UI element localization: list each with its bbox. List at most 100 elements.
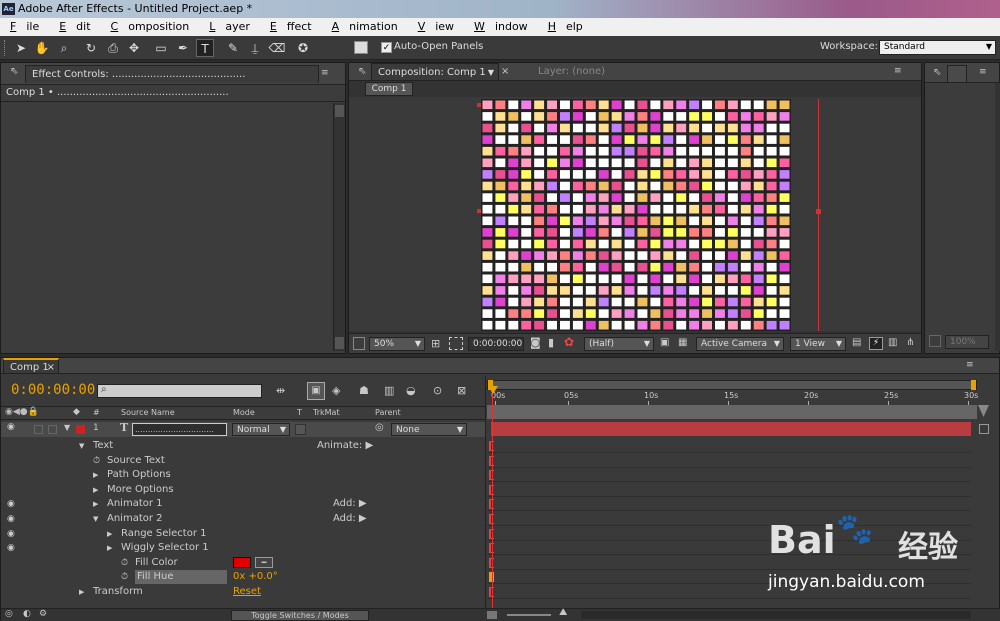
property-row[interactable]: ▶ Path Options bbox=[1, 468, 485, 482]
workspace-select[interactable]: Standard ▼ bbox=[879, 40, 996, 55]
zoom-select[interactable]: 50% ▼ bbox=[369, 337, 425, 351]
zoom-out-arrow-icon[interactable] bbox=[978, 405, 989, 417]
draft-3d-icon[interactable]: ◈ bbox=[332, 384, 340, 397]
effect-scrollbar[interactable] bbox=[333, 103, 345, 351]
right-zoom-select[interactable]: 100% bbox=[945, 335, 989, 349]
path-handle[interactable] bbox=[477, 209, 481, 213]
layer-switches-icon[interactable]: ◎ bbox=[5, 609, 13, 619]
panel-toggle-icon[interactable] bbox=[354, 41, 368, 54]
path-handle[interactable] bbox=[477, 103, 481, 107]
lock-switch[interactable] bbox=[48, 425, 57, 434]
safe-zones-icon[interactable] bbox=[449, 337, 463, 350]
animate-menu-button[interactable]: Add: ▶ bbox=[333, 512, 367, 526]
solo-switch[interactable] bbox=[34, 425, 43, 434]
menu-window[interactable]: Window bbox=[464, 18, 538, 36]
menu-view[interactable]: View bbox=[408, 18, 464, 36]
current-time-indicator[interactable] bbox=[488, 386, 498, 394]
live-update-icon[interactable]: ▣ bbox=[307, 382, 325, 400]
tab-layer[interactable]: Layer: (none) bbox=[538, 66, 605, 77]
property-row[interactable]: ◉ ▶ Animator 1 Add: ▶ bbox=[1, 497, 485, 511]
work-area-end-handle[interactable] bbox=[971, 380, 976, 390]
tab-info[interactable] bbox=[947, 65, 967, 83]
stopwatch-icon[interactable]: ⏱ bbox=[121, 570, 128, 584]
property-row[interactable]: ▶ More Options bbox=[1, 483, 485, 497]
column-num[interactable]: # bbox=[93, 408, 100, 417]
mode-select[interactable]: Normal ▼ bbox=[232, 423, 290, 436]
tab-effect-controls[interactable]: Effect Controls: .......................… bbox=[25, 65, 319, 83]
comp-breadcrumb[interactable]: Comp 1 bbox=[365, 82, 413, 96]
zoom-in-icon[interactable]: ⛰ bbox=[559, 607, 567, 618]
panel-menu-icon[interactable]: ≡ bbox=[894, 66, 902, 76]
selection-icon[interactable]: ➤ bbox=[12, 39, 30, 57]
property-row[interactable]: ◉ ▼ Animator 2 Add: ▶ bbox=[1, 512, 485, 526]
zoom-out-icon[interactable] bbox=[487, 611, 497, 619]
label-color-swatch[interactable] bbox=[76, 425, 85, 434]
animate-menu-button[interactable]: Add: ▶ bbox=[333, 497, 367, 511]
in-out-icon[interactable]: ⚙ bbox=[39, 609, 47, 619]
expand-triangle-icon[interactable]: ▼ bbox=[93, 512, 98, 526]
graph-editor-icon[interactable]: ⊠ bbox=[457, 384, 466, 397]
time-navigator[interactable] bbox=[487, 405, 977, 419]
property-row[interactable]: ▼ Text Animate: ▶ bbox=[1, 439, 485, 453]
path-handle[interactable] bbox=[816, 209, 821, 214]
menu-file[interactable]: File bbox=[0, 18, 49, 36]
property-row[interactable]: ◉ ▶ Range Selector 1 bbox=[1, 527, 485, 541]
property-row[interactable]: ▶ Transform Reset bbox=[1, 585, 485, 599]
preserve-transparency-toggle[interactable] bbox=[295, 424, 306, 435]
property-row[interactable]: ⏱ Source Text bbox=[1, 454, 485, 468]
lock-icon[interactable]: ⇖ bbox=[933, 67, 941, 78]
resolution-select[interactable]: (Half) ▼ bbox=[584, 337, 654, 351]
eraser-icon[interactable]: ⌫ bbox=[268, 39, 286, 57]
expand-triangle-icon[interactable]: ▶ bbox=[93, 468, 98, 482]
menu-help[interactable]: Help bbox=[538, 18, 593, 36]
timeline-icon[interactable]: ▥ bbox=[888, 337, 897, 348]
stopwatch-icon[interactable]: ⏱ bbox=[121, 556, 128, 570]
menu-layer[interactable]: Layer bbox=[199, 18, 260, 36]
comp-button-icon[interactable] bbox=[979, 424, 989, 434]
frame-blending-icon[interactable]: ▥ bbox=[384, 384, 394, 397]
layer-name-field[interactable]: ............................... bbox=[132, 423, 227, 436]
view-layout-select[interactable]: 1 View ▼ bbox=[790, 337, 846, 351]
fill-color-swatch[interactable] bbox=[233, 556, 251, 568]
transparency-grid-icon[interactable]: ▦ bbox=[678, 337, 687, 348]
always-preview-icon[interactable] bbox=[929, 335, 941, 347]
eye-icon[interactable]: ◉ bbox=[7, 527, 15, 541]
tab-composition[interactable]: Composition: Comp 1 ▼ bbox=[371, 63, 499, 81]
channels-icon[interactable]: ✿ bbox=[564, 335, 574, 349]
label-icon[interactable]: ◆ bbox=[73, 407, 80, 417]
camera-icon[interactable]: ⎙ bbox=[104, 39, 122, 57]
panel-menu-icon[interactable]: ≡ bbox=[321, 68, 329, 78]
pan-behind-icon[interactable]: ✥ bbox=[125, 39, 143, 57]
expand-triangle-icon[interactable]: ▼ bbox=[64, 423, 70, 432]
work-area-bar[interactable] bbox=[487, 380, 977, 390]
menu-edit[interactable]: Edit bbox=[49, 18, 100, 36]
eye-icon[interactable]: ◉ bbox=[7, 497, 15, 511]
rectangle-icon[interactable]: ▭ bbox=[152, 39, 170, 57]
zoom-slider[interactable] bbox=[507, 614, 551, 616]
timecode-field[interactable]: 0:00:00:00 bbox=[468, 337, 524, 351]
chevron-down-icon[interactable]: ▼ bbox=[488, 64, 494, 82]
lock-icon[interactable]: ⇖ bbox=[10, 66, 18, 77]
expand-triangle-icon[interactable]: ▼ bbox=[79, 439, 84, 453]
eye-icon[interactable]: ◉ bbox=[7, 541, 15, 555]
column-mode[interactable]: Mode bbox=[233, 408, 255, 417]
expand-triangle-icon[interactable]: ▶ bbox=[93, 497, 98, 511]
hide-shy-layers-icon[interactable]: ☗ bbox=[359, 384, 369, 397]
column-source-name[interactable]: Source Name bbox=[121, 408, 175, 417]
expand-triangle-icon[interactable]: ▶ bbox=[107, 541, 112, 555]
timeline-search-input[interactable]: ⌕ bbox=[97, 384, 262, 398]
panel-menu-icon[interactable]: ≡ bbox=[966, 360, 974, 370]
auto-open-checkbox[interactable]: ✓ bbox=[381, 42, 392, 53]
fit-icon[interactable]: ⊞ bbox=[431, 337, 440, 350]
camera-select[interactable]: Active Camera ▼ bbox=[696, 337, 784, 351]
eye-icon[interactable]: ◉ bbox=[7, 422, 15, 432]
toggle-pixel-aspect-icon[interactable]: ▤ bbox=[852, 337, 861, 348]
menu-composition[interactable]: Composition bbox=[101, 18, 200, 36]
clone-stamp-icon[interactable]: ⍊ bbox=[246, 39, 264, 57]
column-trkmat[interactable]: TrkMat bbox=[313, 408, 340, 417]
panel-menu-icon[interactable]: ≡ bbox=[979, 67, 987, 77]
expand-triangle-icon[interactable]: ▶ bbox=[93, 483, 98, 497]
brainstorm-icon[interactable]: ⊙ bbox=[433, 384, 442, 397]
eye-icon[interactable]: ◉ bbox=[7, 512, 15, 526]
text-icon[interactable]: T bbox=[196, 39, 214, 57]
